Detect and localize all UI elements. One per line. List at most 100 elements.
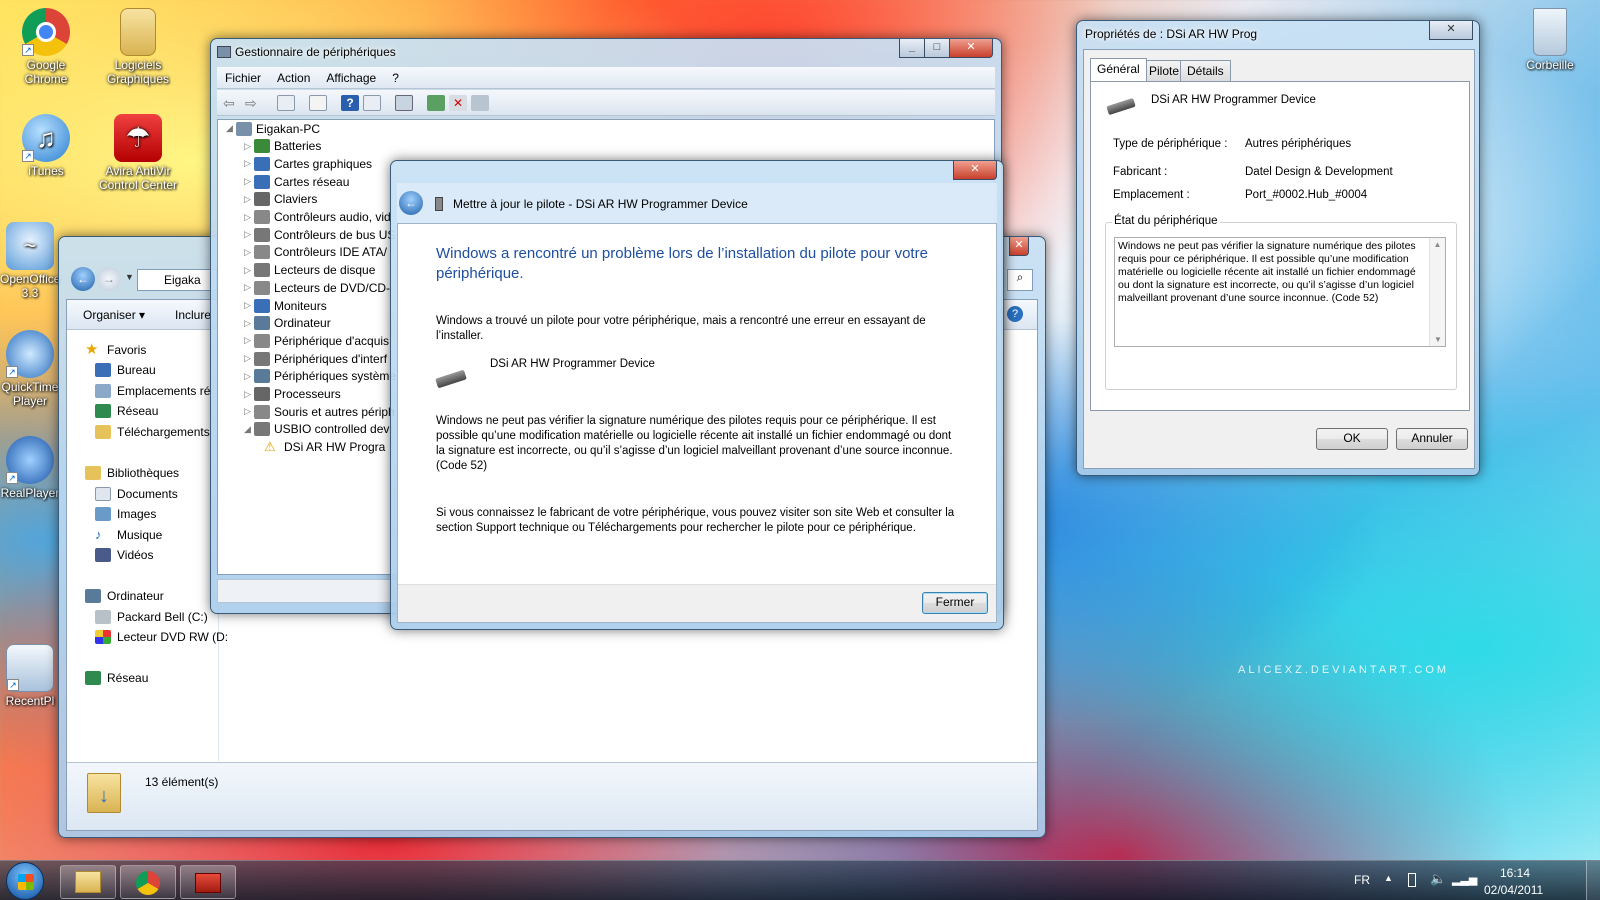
uninstall-icon[interactable]: ✕ [449,94,467,111]
expand-arrow-icon[interactable]: ▷ [244,212,254,223]
expand-arrow-icon[interactable]: ▷ [244,371,254,382]
device-status-textbox[interactable]: Windows ne peut pas vérifier la signatur… [1114,237,1446,347]
taskbar-device-manager[interactable] [180,865,236,899]
desktop-icon-quicktime[interactable]: ↗ QuickTime Player [0,330,60,408]
scroll-down-icon[interactable]: ▼ [1430,335,1446,344]
collapse-arrow-icon[interactable]: ◢ [244,424,254,435]
nav-drive-c[interactable]: Packard Bell (C:) [95,608,208,626]
show-desktop-button[interactable] [1586,861,1600,900]
expand-arrow-icon[interactable]: ▷ [244,176,254,187]
network-signal-icon[interactable]: ▂▃▅ [1452,873,1477,886]
device-manager-close-button[interactable]: ✕ [949,39,993,58]
help-icon[interactable]: ? [341,94,359,111]
desktop-icon-realplayer[interactable]: ↗ RealPlayer [0,436,60,500]
include-button[interactable]: Inclure [175,308,211,322]
nav-musique[interactable]: ♪ Musique [95,526,162,544]
expand-arrow-icon[interactable]: ▷ [244,318,254,329]
help-icon[interactable]: ? [1007,306,1023,322]
desktop-icon-logiciels[interactable]: Logiciels Graphiques [96,8,180,86]
status-scrollbar[interactable]: ▲ ▼ [1429,238,1445,346]
nav-favorites[interactable]: ★ Favoris [85,341,146,359]
back-arrow-icon[interactable]: ← [399,191,423,215]
scan-hardware-icon[interactable] [395,94,413,111]
update-driver-dialog[interactable]: ✕ ← Mettre à jour le pilote - DSi AR HW … [390,160,1004,630]
tree-item[interactable]: ▷ Souris et autres périph [244,403,395,420]
back-arrow-icon[interactable]: ← [71,267,95,291]
nav-bureau[interactable]: Bureau [95,361,156,379]
tree-item[interactable]: ▷ Contrôleurs de bus US [244,226,395,243]
desktop-icon-recycle-bin[interactable]: Corbeille [1508,8,1592,72]
expand-arrow-icon[interactable]: ▷ [244,300,254,311]
expand-arrow-icon[interactable]: ▷ [244,194,254,205]
tree-item[interactable]: ▷ Périphérique d'acquis [244,332,389,349]
ok-button[interactable]: OK [1316,428,1388,450]
battery-icon[interactable] [1408,873,1416,887]
menu-affichage[interactable]: Affichage [318,67,384,88]
nav-videos[interactable]: Vidéos [95,546,153,564]
expand-arrow-icon[interactable]: ▷ [244,247,254,258]
explorer-close-button[interactable]: ✕ [1009,237,1029,256]
maximize-button[interactable]: □ [924,39,950,58]
clock-time[interactable]: 16:14 [1500,866,1530,880]
address-bar[interactable]: Eigaka [137,269,217,291]
nav-emplacements[interactable]: Emplacements ré [95,382,210,400]
tree-item[interactable]: ▷ Lecteurs de DVD/CD- [244,279,390,296]
tree-item[interactable]: ▷ Ordinateur [244,315,331,332]
desktop-icon-avira[interactable]: ☂ Avira AntiVir Control Center [96,114,180,192]
desktop-icon-itunes[interactable]: ♫ ↗ iTunes [4,114,88,178]
tree-child-dsi[interactable]: ⚠ DSi AR HW Progra [264,438,385,455]
properties-close-button[interactable]: ✕ [1429,21,1473,40]
properties-window[interactable]: Propriétés de : DSi AR HW Prog ✕ Général… [1076,20,1480,476]
tree-item[interactable]: ◢ USBIO controlled devi [244,421,392,438]
collapse-arrow-icon[interactable]: ◢ [226,123,236,134]
volume-icon[interactable]: 🔈 [1430,871,1446,887]
nav-telechargements[interactable]: Téléchargements [95,423,210,441]
tab-details[interactable]: Détails [1180,60,1231,81]
organize-button[interactable]: Organiser ▾ [83,308,145,322]
nav-documents[interactable]: Documents [95,485,178,503]
menu-help[interactable]: ? [384,67,407,88]
annuler-button[interactable]: Annuler [1396,428,1468,450]
taskbar-explorer[interactable] [60,865,116,899]
menu-action[interactable]: Action [269,67,318,88]
expand-arrow-icon[interactable]: ▷ [244,282,254,293]
expand-arrow-icon[interactable]: ▷ [244,406,254,417]
nav-images[interactable]: Images [95,505,156,523]
tree-item[interactable]: ▷ Moniteurs [244,297,327,314]
tree-item[interactable]: ▷ Contrôleurs audio, vid [244,209,391,226]
taskbar-chrome[interactable] [120,865,176,899]
dialog-close-button[interactable]: ✕ [953,161,997,180]
desktop-icon-openoffice[interactable]: ~ OpenOffice 3.3 [0,222,60,300]
tree-item[interactable]: ▷ Périphériques système [244,368,396,385]
tree-item[interactable]: ▷ Périphériques d'interf [244,350,387,367]
expand-arrow-icon[interactable]: ▷ [244,141,254,152]
search-icon[interactable]: ⌕ [1007,269,1033,291]
nav-network[interactable]: Réseau [85,669,148,687]
expand-arrow-icon[interactable]: ▷ [244,265,254,276]
expand-arrow-icon[interactable]: ▷ [244,158,254,169]
nav-computer[interactable]: Ordinateur [85,587,164,605]
history-dropdown-icon[interactable]: ▼ [125,272,134,282]
tree-item[interactable]: ▷ Batteries [244,138,321,155]
tree-item[interactable]: ▷ Cartes réseau [244,173,349,190]
tree-root[interactable]: ◢ Eigakan-PC [226,120,320,137]
nav-drive-d[interactable]: Lecteur DVD RW (D: [95,628,228,646]
desktop-icon-recentplaces[interactable]: ↗ RecentPl [0,644,60,708]
back-arrow-icon[interactable]: ⇦ [223,95,241,111]
tree-item[interactable]: ▷ Lecteurs de disque [244,262,375,279]
expand-arrow-icon[interactable]: ▷ [244,389,254,400]
language-indicator[interactable]: FR [1354,873,1370,887]
forward-arrow-icon[interactable]: → [97,267,121,291]
properties-icon[interactable] [309,94,327,111]
tree-item[interactable]: ▷ Contrôleurs IDE ATA/ [244,244,387,261]
clock-date[interactable]: 02/04/2011 [1484,883,1543,897]
show-hidden-icons[interactable]: ▲ [1384,873,1393,883]
disable-icon[interactable] [471,94,489,111]
expand-arrow-icon[interactable]: ▷ [244,229,254,240]
expand-arrow-icon[interactable]: ▷ [244,353,254,364]
scroll-up-icon[interactable]: ▲ [1430,240,1445,249]
forward-arrow-icon[interactable]: ⇨ [245,95,263,111]
nav-libraries[interactable]: Bibliothèques [85,464,179,482]
fermer-button[interactable]: Fermer [922,592,988,614]
tree-item[interactable]: ▷ Cartes graphiques [244,155,372,172]
